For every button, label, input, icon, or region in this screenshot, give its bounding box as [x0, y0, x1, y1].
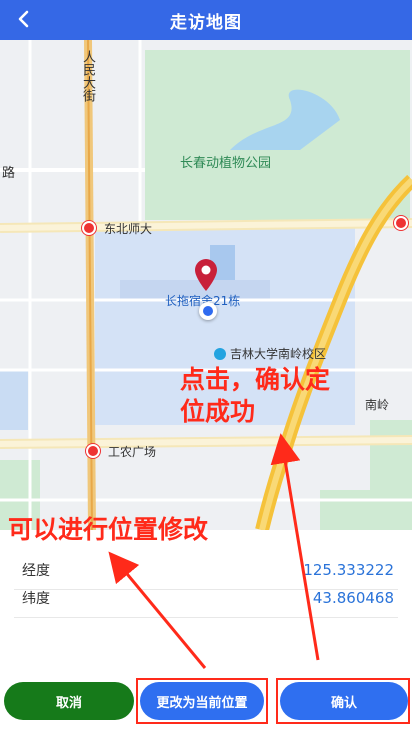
- confirm-annotation-line-1: 点击，确认定: [180, 365, 331, 394]
- modify-annotation: 可以进行位置修改: [8, 515, 209, 544]
- confirm-annotation-line-2: 位成功: [180, 397, 256, 426]
- cancel-button[interactable]: 取消: [4, 682, 134, 720]
- highlight-box-confirm: [276, 678, 410, 724]
- highlight-box-update: [136, 678, 268, 724]
